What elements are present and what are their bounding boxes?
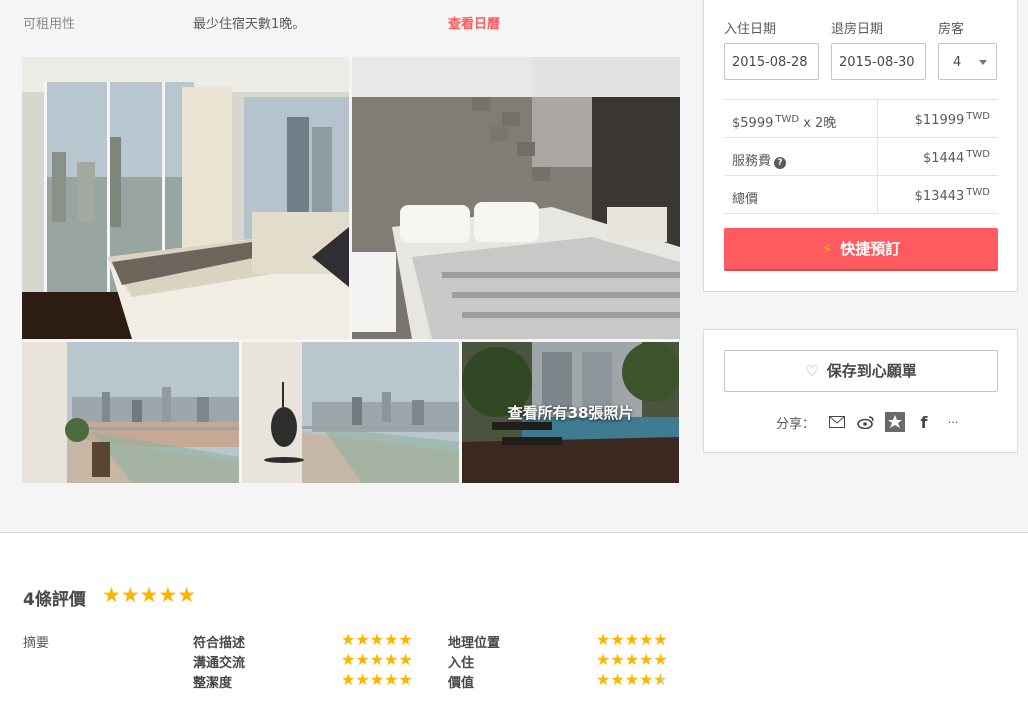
rating-label-communication: 溝通交流 (193, 656, 246, 671)
divider (877, 100, 878, 137)
price-breakdown: $5999 TWD x 2晚 $11999 TWD 服務費? $1444 TWD 總價… (724, 99, 998, 214)
min-nights-text: 最少住宿天數1晚。 (193, 17, 306, 32)
share-row: 分享： f ··· (776, 412, 972, 432)
overall-rating-stars: ★★★★★ (102, 583, 197, 607)
nightly-subtotal: $11999 TWD (914, 111, 990, 128)
nightly-price-label: $5999 TWD x 2晚 (732, 114, 837, 131)
photo-balcony[interactable] (22, 342, 239, 483)
photo-bedroom-windows[interactable] (22, 57, 349, 339)
view-calendar-link[interactable]: 查看日曆 (448, 13, 500, 32)
checkout-value: 2015-08-30 (839, 55, 915, 70)
checkin-label: 入住日期 (724, 22, 777, 37)
chevron-down-icon (979, 60, 987, 65)
view-all-photos-button[interactable]: 查看所有38張照片 (462, 342, 679, 483)
checkin-value: 2015-08-28 (732, 55, 808, 70)
divider (877, 176, 878, 213)
availability-row: 可租用性 最少住宿天數1晚。 查看日曆 (23, 13, 683, 33)
help-icon[interactable]: ? (774, 157, 787, 169)
instant-book-label: 快捷預訂 (840, 240, 901, 258)
rating-stars-location: ★★★★★ (596, 630, 668, 649)
guests-select[interactable]: 4 (938, 43, 997, 80)
rating-stars-communication: ★★★★★ (341, 650, 413, 669)
rating-stars-value: ★★★★★ (596, 672, 668, 689)
lightning-bolt-icon: ⚡ (821, 240, 833, 258)
rating-stars-checkin: ★★★★★ (596, 650, 668, 669)
weibo-icon[interactable] (856, 412, 876, 432)
rating-label-accuracy: 符合描述 (193, 636, 246, 651)
checkin-field[interactable]: 2015-08-28 (724, 43, 819, 80)
qzone-icon[interactable] (885, 412, 906, 432)
save-to-wishlist-label: 保存到心願單 (826, 362, 917, 380)
rating-label-value: 價值 (448, 676, 475, 691)
save-to-wishlist-button[interactable]: ♡ 保存到心願單 (724, 350, 998, 392)
summary-label: 摘要 (23, 636, 50, 651)
photo-bedroom-tiles[interactable] (352, 57, 680, 339)
more-icon[interactable]: ··· (943, 412, 963, 432)
photo-pool[interactable]: 查看所有38張照片 (462, 342, 679, 483)
checkout-label: 退房日期 (831, 22, 884, 37)
total-row: 總價 $13443 TWD (724, 176, 998, 214)
heart-icon: ♡ (805, 362, 819, 380)
checkout-field[interactable]: 2015-08-30 (831, 43, 926, 80)
total-label: 總價 (732, 192, 759, 207)
guests-label: 房客 (938, 22, 965, 37)
reviews-title: 4條評價 (23, 590, 86, 610)
divider (877, 138, 878, 175)
facebook-icon[interactable]: f (914, 412, 934, 432)
service-fee-value: $1444 TWD (922, 149, 990, 166)
service-fee-row: 服務費? $1444 TWD (724, 138, 998, 176)
rating-stars-accuracy: ★★★★★ (341, 630, 413, 649)
wishlist-panel: ♡ 保存到心願單 分享： f ··· (703, 329, 1018, 453)
service-fee-label: 服務費? (732, 150, 787, 169)
rating-stars-cleanliness: ★★★★★ (341, 670, 413, 689)
instant-book-button[interactable]: ⚡ 快捷預訂 (724, 228, 998, 271)
nightly-price-row: $5999 TWD x 2晚 $11999 TWD (724, 100, 998, 138)
photo-egg-chair[interactable] (242, 342, 459, 483)
mail-icon[interactable] (827, 412, 847, 432)
booking-panel: 入住日期 退房日期 房客 2015-08-28 2015-08-30 4 $59… (703, 0, 1018, 292)
guests-value: 4 (953, 55, 962, 70)
rating-label-location: 地理位置 (448, 636, 501, 651)
total-value: $13443 TWD (914, 187, 990, 204)
rating-label-cleanliness: 整潔度 (193, 676, 233, 691)
availability-label: 可租用性 (23, 17, 76, 32)
rating-label-checkin: 入住 (448, 656, 475, 671)
share-label: 分享： (776, 416, 816, 432)
